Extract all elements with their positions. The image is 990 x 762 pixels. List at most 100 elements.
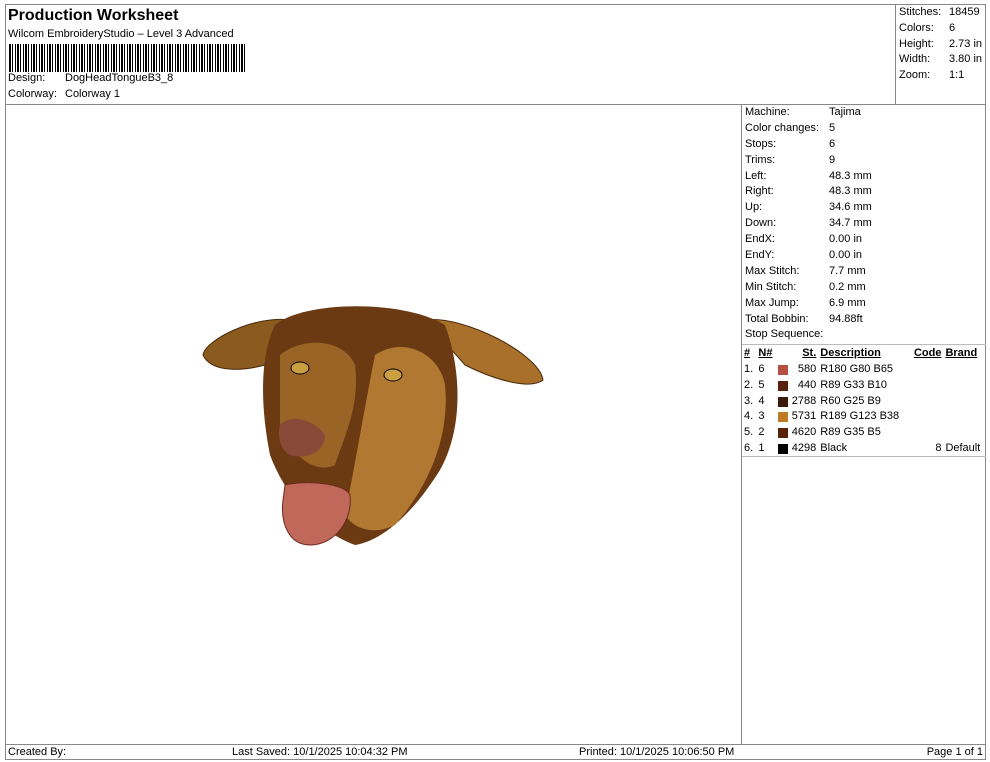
color-swatch (778, 365, 789, 376)
stop-sequence: # N# St. Description Code Brand 1. 6 580 R1… (742, 344, 986, 457)
detail-row: Color changes: 5 (742, 121, 986, 137)
thread-code (909, 409, 943, 425)
detail-label: Max Jump: (745, 296, 799, 309)
detail-value: 48.3 mm (829, 185, 872, 198)
color-swatch (778, 412, 789, 423)
detail-value: 7.7 mm (829, 264, 866, 277)
stop-num: 6. (744, 442, 754, 455)
detail-row: Down: 34.7 mm (742, 216, 986, 232)
table-row: 6. 1 4298 Black 8 Default (742, 440, 986, 456)
col-brand: Brand (945, 347, 978, 360)
color-description: Black (820, 442, 848, 455)
thread-brand: Default (945, 442, 981, 455)
machine-details: Machine: Tajima Color changes: 5 Stops: 6 Trim… (742, 105, 986, 327)
colorway-label: Colorway: (8, 88, 57, 100)
colorway-name: Colorway 1 (65, 88, 121, 100)
software-name: Wilcom EmbroideryStudio – Level 3 Advanc… (8, 28, 234, 40)
stitch-value: 2788 (791, 394, 817, 407)
detail-row: Up: 34.6 mm (742, 200, 986, 216)
design-label: Design: (8, 72, 46, 84)
summary-value: 2.73 in (949, 37, 983, 50)
detail-label: Right: (745, 185, 774, 198)
color-swatch (778, 444, 789, 455)
summary-label: Zoom: (899, 69, 931, 82)
stop-num: 2. (744, 378, 754, 391)
table-row: 2. 5 440 R89 G33 B10 (742, 377, 986, 393)
detail-label: EndY: (745, 249, 775, 262)
col-code: Code (913, 347, 942, 360)
detail-value: 0.00 in (829, 249, 863, 262)
detail-row: Right: 48.3 mm (742, 184, 986, 200)
page-number: Page 1 of 1 (926, 746, 983, 758)
col-description: Description (820, 347, 881, 360)
design-row: Design: DogHeadTongueB3_8 (8, 72, 173, 84)
detail-label: Up: (745, 201, 763, 214)
detail-value: 6.9 mm (829, 296, 866, 309)
stitch-value: 4620 (791, 426, 817, 439)
detail-label: Min Stitch: (745, 280, 797, 293)
detail-row: Machine: Tajima (742, 105, 986, 121)
thread-code: 8 (935, 442, 942, 455)
needle-num: 4 (758, 394, 765, 407)
detail-label: Stops: (745, 137, 777, 150)
stop-sequence-label: Stop Sequence: (745, 328, 824, 341)
stitch-count: 4620 (776, 424, 818, 440)
table-row: 3. 4 2788 R60 G25 B9 (742, 393, 986, 409)
summary-value: 3.80 in (949, 53, 983, 66)
thread-brand (943, 393, 986, 409)
detail-label: Left: (745, 169, 767, 182)
summary-value: 1:1 (949, 69, 965, 82)
stitch-value: 5731 (791, 410, 817, 423)
design-name: DogHeadTongueB3_8 (65, 72, 174, 84)
summary-label: Height: (899, 37, 934, 50)
detail-row: Min Stitch: 0.2 mm (742, 280, 986, 296)
printed-date: Printed: 10/1/2025 10:06:50 PM (579, 746, 735, 758)
summary-row: Stitches: 18459 (899, 5, 986, 21)
detail-label: Color changes: (745, 121, 819, 134)
stop-num: 4. (744, 410, 754, 423)
summary-row: Height: 2.73 in (899, 37, 986, 53)
dog-embroidery-image (202, 306, 544, 546)
table-header: # N# St. Description Code Brand (742, 345, 986, 361)
detail-value: 5 (829, 121, 836, 134)
detail-row: Max Jump: 6.9 mm (742, 296, 986, 312)
stitch-value: 4298 (791, 442, 817, 455)
table-row: 1. 6 580 R180 G80 B65 (742, 361, 986, 377)
color-swatch (778, 428, 789, 439)
table-row: 5. 2 4620 R89 G35 B5 (742, 424, 986, 440)
needle-num: 2 (758, 426, 765, 439)
needle-num: 6 (758, 363, 765, 376)
color-swatch (778, 380, 789, 391)
table-row: 4. 3 5731 R189 G123 B38 (742, 409, 986, 425)
detail-row: Max Stitch: 7.7 mm (742, 264, 986, 280)
colorway-row: Colorway: Colorway 1 (8, 88, 120, 100)
detail-row: EndX: 0.00 in (742, 232, 986, 248)
col-stitches: St. (802, 347, 817, 360)
thread-brand (943, 409, 986, 425)
summary-value: 6 (949, 21, 956, 34)
summary-row: Width: 3.80 in (899, 52, 986, 68)
needle-num: 3 (758, 410, 765, 423)
color-description: R189 G123 B38 (820, 410, 900, 423)
detail-row: EndY: 0.00 in (742, 248, 986, 264)
color-description: R180 G80 B65 (820, 363, 894, 376)
thread-brand (943, 424, 986, 440)
detail-row: Trims: 9 (742, 153, 986, 169)
page-title: Production Worksheet (8, 7, 179, 24)
thread-brand (943, 377, 986, 393)
stitch-count: 5731 (776, 409, 818, 425)
detail-value: 9 (829, 153, 836, 166)
stitch-count: 580 (776, 361, 818, 377)
header: Production Worksheet Wilcom EmbroiderySt… (5, 4, 896, 105)
summary-row: Zoom: 1:1 (899, 68, 986, 84)
created-by: Created By: (8, 746, 67, 758)
detail-value: 48.3 mm (829, 169, 872, 182)
detail-value: 34.6 mm (829, 201, 872, 214)
summary-label: Width: (899, 53, 931, 66)
thread-code (909, 424, 943, 440)
summary-label: Stitches: (899, 6, 942, 18)
thread-code (909, 377, 943, 393)
detail-label: Down: (745, 217, 777, 230)
needle-num: 1 (758, 442, 765, 455)
details-panel: Machine: Tajima Color changes: 5 Stops: 6 Trim… (741, 105, 986, 745)
